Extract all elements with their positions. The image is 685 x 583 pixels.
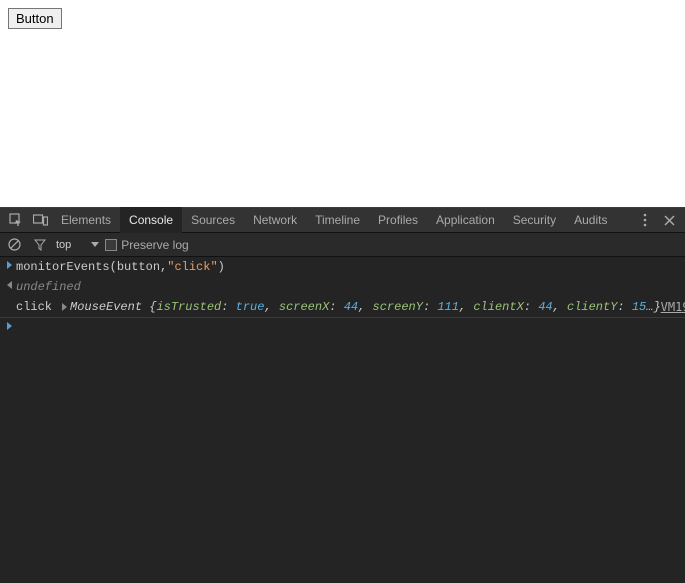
event-source-link[interactable]: VM1903:1 [661,299,685,315]
console-toolbar: top Preserve log [0,233,685,257]
preserve-log-checkbox[interactable]: Preserve log [105,238,188,252]
context-selector[interactable]: top [56,239,99,251]
tab-security[interactable]: Security [504,207,565,233]
filter-icon[interactable] [30,235,50,255]
tab-timeline[interactable]: Timeline [306,207,369,233]
device-toggle-icon[interactable] [28,208,52,232]
console-output: monitorEvents(button,"click") undefined … [0,257,685,583]
console-output-line: undefined [0,277,685,297]
inspect-icon[interactable] [4,208,28,232]
preserve-log-label: Preserve log [121,238,188,252]
expand-chevron-icon[interactable] [58,303,70,311]
undefined-value: undefined [16,279,81,295]
devtools-tab-bar: Elements Console Sources Network Timelin… [0,207,685,233]
close-icon[interactable] [657,208,681,232]
input-chevron-icon [2,261,16,269]
tab-profiles[interactable]: Profiles [369,207,427,233]
tab-network[interactable]: Network [244,207,306,233]
tab-application[interactable]: Application [427,207,504,233]
more-icon[interactable] [633,208,657,232]
clear-console-icon[interactable] [4,235,24,255]
console-input-line[interactable]: monitorEvents(button,"click") [0,257,685,277]
tab-elements[interactable]: Elements [52,207,120,233]
tab-console[interactable]: Console [120,207,182,233]
checkbox-icon [105,239,117,251]
demo-button[interactable]: Button [8,8,62,29]
event-type-label: click [16,299,58,315]
console-event-line[interactable]: click MouseEvent {isTrusted: true, scree… [0,297,685,318]
page-viewport: Button [0,0,685,207]
context-label: top [56,239,71,251]
event-object[interactable]: MouseEvent {isTrusted: true, screenX: 44… [70,299,661,315]
tab-audits[interactable]: Audits [565,207,616,233]
chevron-down-icon [91,242,99,247]
console-prompt[interactable] [0,318,685,334]
output-chevron-icon [2,281,16,289]
devtools-panel: Elements Console Sources Network Timelin… [0,207,685,583]
prompt-chevron-icon [2,322,16,330]
console-code: monitorEvents(button,"click") [16,259,225,275]
tab-sources[interactable]: Sources [182,207,244,233]
